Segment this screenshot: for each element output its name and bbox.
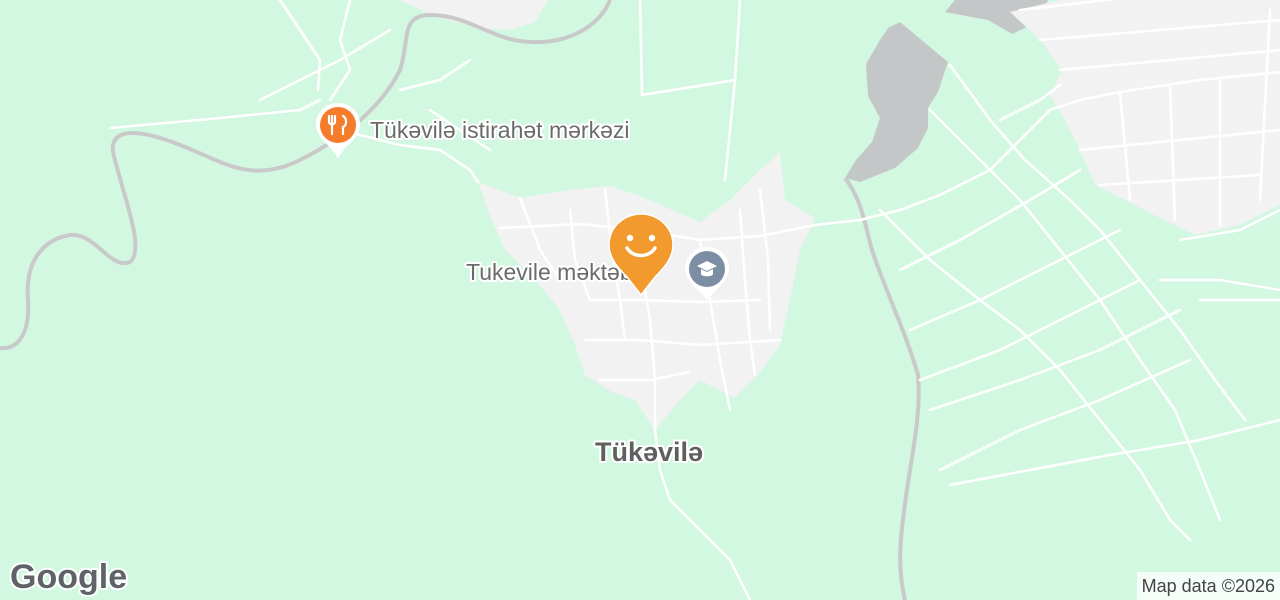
- google-logo-text: Google: [10, 558, 127, 596]
- google-logo: Google: [8, 556, 129, 598]
- marker-eye-left: [626, 234, 634, 242]
- place-label: Tükəvilə: [595, 437, 703, 467]
- marker-eye-right: [648, 234, 656, 242]
- map-canvas[interactable]: Tükəvilə istirahət mərkəzi Tukevile məkt…: [0, 0, 1280, 600]
- poi-label-school: Tukevile məktəbi: [466, 259, 638, 285]
- poi-label-restaurant: Tükəvilə istirahət mərkəzi: [370, 117, 629, 143]
- restaurant-icon: [320, 107, 356, 143]
- map-attribution[interactable]: Map data ©2026: [1136, 572, 1280, 600]
